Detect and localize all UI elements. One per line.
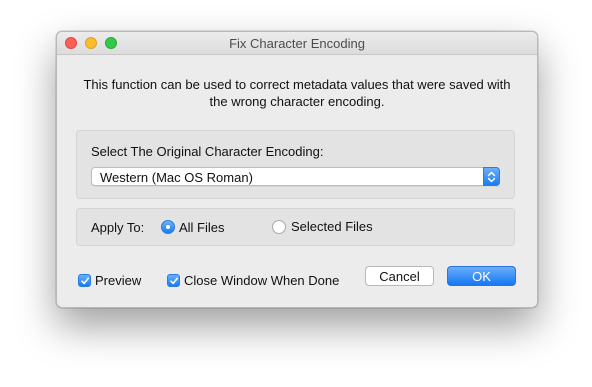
encoding-group: Select The Original Character Encoding: …: [76, 130, 515, 199]
apply-to-label: Apply To:: [91, 220, 145, 235]
all-files-label[interactable]: All Files: [179, 220, 225, 235]
up-down-arrows-icon: [483, 167, 500, 186]
all-files-radio[interactable]: [161, 220, 175, 234]
preview-label[interactable]: Preview: [95, 273, 141, 288]
title-bar[interactable]: Fix Character Encoding: [57, 32, 537, 55]
description-text: This function can be used to correct met…: [83, 77, 511, 109]
checkmark-icon: [81, 277, 89, 285]
selected-files-radio[interactable]: [272, 220, 286, 234]
encoding-label: Select The Original Character Encoding:: [91, 144, 324, 159]
encoding-selected-value: Western (Mac OS Roman): [100, 170, 253, 185]
close-when-done-checkbox[interactable]: [167, 274, 180, 287]
checkmark-icon: [170, 277, 178, 285]
fix-encoding-dialog: Fix Character Encoding This function can…: [56, 31, 538, 308]
apply-to-group: Apply To: All Files Selected Files: [76, 208, 515, 246]
ok-button[interactable]: OK: [447, 266, 516, 286]
preview-checkbox[interactable]: [78, 274, 91, 287]
cancel-button[interactable]: Cancel: [365, 266, 434, 286]
close-when-done-label[interactable]: Close Window When Done: [184, 273, 339, 288]
selected-files-label[interactable]: Selected Files: [291, 219, 373, 234]
window-title: Fix Character Encoding: [229, 36, 365, 51]
encoding-popup-button[interactable]: Western (Mac OS Roman): [91, 167, 500, 186]
